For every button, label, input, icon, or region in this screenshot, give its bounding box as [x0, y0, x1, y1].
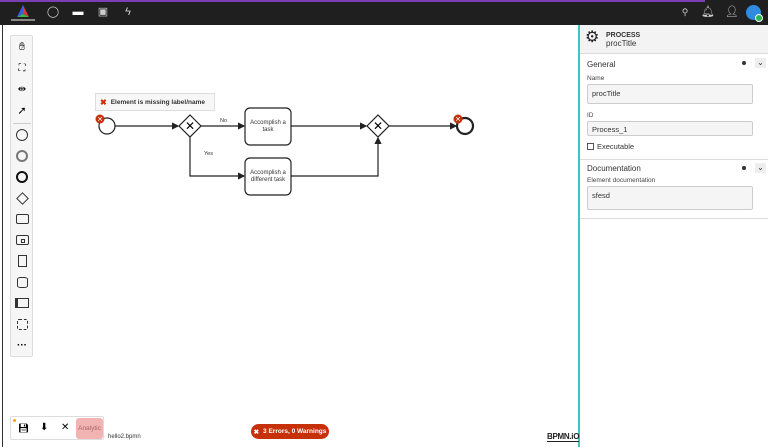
hand-tool-icon[interactable]: ✋︎	[12, 38, 32, 56]
documentation-label: Element documentation	[587, 177, 656, 184]
download-icon[interactable]: ⬇︎	[40, 422, 48, 433]
file-name: hello2.bpmn	[108, 434, 141, 440]
analytic-button[interactable]: Analytic	[76, 418, 103, 439]
errors-text: 3 Errors, 0 Warnings	[263, 428, 327, 435]
section-indicator-dot	[742, 166, 746, 170]
intermediate-event-icon[interactable]	[12, 147, 32, 165]
chevron-down-icon[interactable]: ⌄	[755, 58, 766, 68]
executable-checkbox[interactable]	[587, 143, 594, 150]
more-icon[interactable]: ···	[12, 336, 32, 354]
close-icon[interactable]: ✕	[61, 422, 69, 433]
task-icon[interactable]	[12, 210, 32, 228]
process-gear-icon: ⚙	[585, 29, 600, 46]
id-field[interactable]: Process_1	[587, 121, 753, 136]
data-object-icon[interactable]	[12, 252, 32, 270]
errors-button[interactable]: ✖ 3 Errors, 0 Warnings	[251, 424, 329, 439]
svg-text:✕: ✕	[455, 117, 461, 124]
task-1-label-line1: Accomplish a	[250, 120, 286, 126]
task-2-label-line1: Accomplish a	[250, 170, 286, 176]
error-marker-icon: ✕	[453, 114, 463, 124]
task-2-label-line2: different task	[251, 177, 286, 183]
lasso-tool-icon[interactable]: ⛶	[12, 59, 32, 77]
search-icon[interactable]: ⚲	[678, 6, 692, 19]
flow-label-no: No	[220, 118, 227, 124]
gateway-icon[interactable]	[12, 189, 32, 207]
save-icon[interactable]: 💾︎	[18, 423, 29, 434]
error-x-icon: ✖	[253, 428, 260, 436]
file-toolbar: 💾︎ ⬇︎ ✕ Analytic	[10, 416, 104, 440]
space-tool-icon[interactable]: ⇹	[12, 80, 32, 98]
palette-divider	[13, 123, 31, 124]
bell-icon[interactable]: 🔔︎	[701, 6, 715, 19]
general-section: General ⌄ Name procTitle ID Process_1 Ex…	[580, 54, 768, 160]
error-tooltip: ✖ Element is missing label/name	[95, 93, 215, 111]
flow-label-yes: Yes	[204, 151, 213, 157]
bpmn-diagram: ✕ ✕ Accomplish a task Accomplish a diffe…	[95, 107, 475, 196]
general-title[interactable]: General	[587, 60, 615, 69]
pool-icon[interactable]	[12, 294, 32, 312]
end-event-icon[interactable]	[12, 168, 32, 186]
unsaved-dot	[13, 419, 16, 422]
chevron-down-icon[interactable]: ⌄	[755, 163, 766, 173]
gateway-x-icon: ✕	[185, 119, 195, 133]
tooltip-text: Element is missing label/name	[110, 98, 205, 106]
documentation-section: Documentation ⌄ Element documentation sf…	[580, 160, 768, 219]
user-icon[interactable]: 👤︎	[725, 6, 739, 19]
name-field[interactable]: procTitle	[587, 84, 753, 104]
connect-tool-icon[interactable]: ➚	[12, 101, 32, 119]
sequence-flow	[291, 136, 382, 177]
executable-label: Executable	[597, 142, 635, 151]
task-1-label-line2: task	[262, 127, 274, 133]
error-marker-icon: ✕	[95, 114, 105, 124]
gateway-x-icon: ✕	[373, 119, 383, 133]
element-type: PROCESS	[606, 32, 641, 39]
element-name: procTitle	[606, 39, 637, 48]
properties-panel: ⚙ PROCESS procTitle General ⌄ Name procT…	[578, 25, 768, 447]
start-event-icon[interactable]	[12, 126, 32, 144]
group-icon[interactable]	[12, 315, 32, 333]
error-icon: ✖	[100, 97, 107, 107]
documentation-field[interactable]: sfesd	[587, 186, 753, 210]
section-indicator-dot	[742, 61, 746, 65]
properties-header: ⚙ PROCESS procTitle	[580, 25, 768, 54]
documentation-title[interactable]: Documentation	[587, 164, 641, 173]
bpmn-io-logo[interactable]: BPMN.iO	[547, 432, 579, 442]
data-store-icon[interactable]	[12, 273, 32, 291]
id-label: ID	[587, 112, 594, 119]
tool-palette: ✋︎ ⛶ ⇹ ➚ ···	[10, 35, 33, 357]
name-label: Name	[587, 75, 605, 82]
svg-text:✕: ✕	[97, 117, 103, 124]
sequence-flow-yes	[189, 137, 246, 180]
avatar[interactable]	[746, 5, 763, 22]
subprocess-icon[interactable]	[12, 231, 32, 249]
